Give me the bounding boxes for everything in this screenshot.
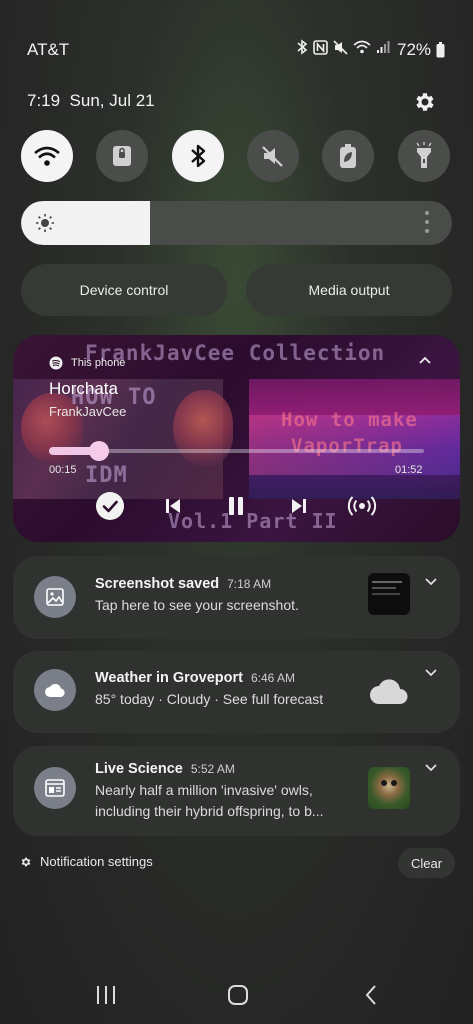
media-source: This phone [49, 356, 125, 370]
previous-button[interactable] [157, 490, 189, 522]
settings-gear-icon[interactable] [408, 85, 442, 119]
image-icon [46, 588, 64, 606]
total-time: 01:52 [395, 464, 423, 476]
date-time: 7:19 Sun, Jul 21 [27, 91, 155, 111]
back-button[interactable] [351, 978, 391, 1012]
clear-button[interactable]: Clear [398, 848, 455, 878]
nfc-icon [313, 39, 328, 55]
like-button[interactable] [94, 490, 126, 522]
notification-text: Tap here to see your screenshot. [95, 597, 299, 613]
battery-percent: 72% [397, 40, 432, 59]
notification-weather[interactable]: Weather in Groveport 6:46 AM 85° today · … [13, 651, 460, 733]
device-control-button[interactable]: Device control [21, 264, 227, 316]
date-label: Sun, Jul 21 [69, 91, 155, 110]
album-art-vaportrap: VaporTrap [291, 435, 403, 457]
notification-live-science[interactable]: Live Science 5:52 AM Nearly half a millio… [13, 746, 460, 836]
flashlight-toggle[interactable] [398, 130, 450, 182]
carrier-label: AT&T [27, 40, 70, 59]
next-button[interactable] [283, 490, 315, 522]
notification-screenshot[interactable]: Screenshot saved 7:18 AM Tap here to see … [13, 556, 460, 639]
battery-leaf-icon [340, 144, 356, 168]
notification-time: 7:18 AM [227, 577, 272, 591]
pause-icon [229, 497, 243, 515]
power-saving-toggle[interactable] [322, 130, 374, 182]
skip-previous-icon [166, 499, 180, 513]
media-source-label: This phone [71, 357, 126, 369]
chevron-down-icon[interactable] [423, 573, 439, 589]
gear-icon [21, 857, 31, 866]
notification-title: Screenshot saved 7:18 AM [95, 576, 272, 592]
status-bar: AT&T 72% [0, 0, 473, 90]
bluetooth-icon [297, 39, 308, 55]
news-icon [45, 779, 65, 797]
lock-icon [113, 146, 131, 166]
more-options-icon[interactable] [425, 211, 429, 233]
status-icons [296, 39, 390, 55]
news-app-icon [34, 767, 76, 809]
seek-thumb[interactable] [89, 441, 109, 461]
wifi-icon [353, 40, 371, 54]
notification-time: 6:46 AM [250, 671, 296, 685]
broadcast-icon [347, 496, 377, 516]
home-icon [228, 985, 248, 1005]
cloud-icon [45, 684, 65, 697]
album-art-title: FrankJavCee Collection [85, 341, 386, 365]
track-title: Horchata [49, 379, 118, 398]
back-icon [365, 985, 376, 1005]
clock-time: 7:19 [27, 91, 61, 110]
bluetooth-icon [191, 144, 206, 168]
owl-thumbnail[interactable] [368, 767, 410, 809]
notification-text: 85° today · Cloudy · See full forecast [95, 691, 324, 707]
recents-icon [97, 986, 115, 1004]
album-art-brain-right [173, 390, 233, 466]
flashlight-icon [416, 142, 432, 168]
wifi-icon [34, 146, 60, 166]
notification-text: Nearly half a million 'invasive' owls, i… [95, 782, 324, 819]
signal-icon [377, 41, 390, 53]
screen-lock-toggle[interactable] [96, 130, 148, 182]
brightness-slider[interactable] [21, 201, 452, 245]
chevron-down-icon[interactable] [423, 759, 439, 775]
recents-button[interactable] [86, 978, 126, 1012]
media-player-card[interactable]: FrankJavCee Collection HOW TO IDM Vol.1 … [13, 335, 460, 542]
screenshot-thumbnail[interactable] [368, 573, 410, 615]
media-output-button[interactable]: Media output [246, 264, 452, 316]
track-artist: FrankJavCee [49, 404, 127, 419]
album-art-how-to-make: How to make [281, 409, 418, 431]
mute-icon [333, 39, 348, 55]
sun-icon [36, 214, 54, 232]
elapsed-time: 00:15 [49, 464, 77, 476]
spotify-icon [49, 356, 63, 370]
wifi-toggle[interactable] [21, 130, 73, 182]
notification-title: Live Science 5:52 AM [95, 761, 235, 777]
pause-button[interactable] [220, 490, 252, 522]
album-art-idm: IDM [85, 463, 128, 488]
sound-toggle[interactable] [247, 130, 299, 182]
chevron-down-icon[interactable] [423, 664, 439, 680]
notification-time: 5:52 AM [190, 762, 235, 776]
checkmark-icon [96, 492, 124, 520]
battery-icon [436, 42, 445, 58]
gallery-app-icon [34, 576, 76, 618]
chevron-up-icon[interactable] [417, 353, 433, 369]
weather-app-icon [34, 669, 76, 711]
notification-title: Weather in Groveport 6:46 AM [95, 670, 296, 686]
broadcast-button[interactable] [346, 490, 378, 522]
bluetooth-toggle[interactable] [172, 130, 224, 182]
notification-settings-link[interactable]: Notification settings [20, 854, 153, 869]
mute-icon [262, 146, 283, 167]
notification-settings-label: Notification settings [40, 854, 153, 869]
home-button[interactable] [218, 978, 258, 1012]
cloudy-weather-icon [370, 679, 408, 704]
skip-next-icon [292, 499, 306, 513]
